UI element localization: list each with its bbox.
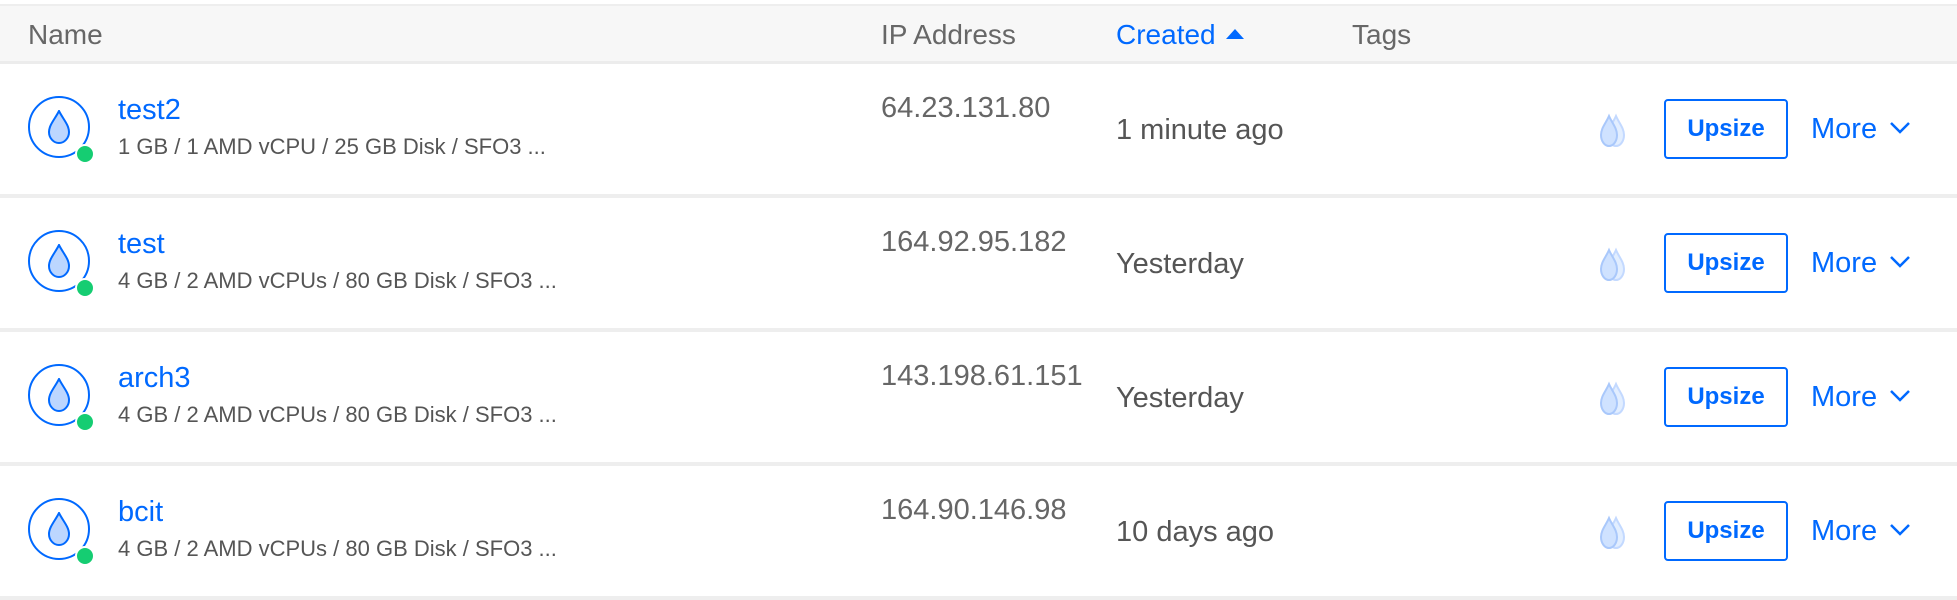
droplet-icon (47, 512, 71, 546)
upsize-button[interactable]: Upsize (1664, 233, 1788, 293)
droplet-created: 1 minute ago (1116, 114, 1284, 146)
more-menu-label: More (1811, 113, 1878, 145)
droplet-spec: 4 GB / 2 AMD vCPUs / 80 GB Disk / SFO3 .… (118, 268, 557, 293)
more-menu-label: More (1811, 515, 1878, 547)
chevron-down-icon (1890, 256, 1910, 268)
droplet-icon (47, 378, 71, 412)
table-row: test 4 GB / 2 AMD vCPUs / 80 GB Disk / S… (0, 198, 1957, 332)
more-menu-button[interactable]: More (1811, 379, 1911, 415)
droplet-icon (47, 244, 71, 278)
column-header-ip-address[interactable]: IP Address (881, 18, 1016, 52)
more-menu-label: More (1811, 247, 1878, 279)
droplet-name-link[interactable]: test (118, 227, 165, 261)
upsize-button[interactable]: Upsize (1664, 501, 1788, 561)
droplet-created: Yesterday (1116, 248, 1244, 280)
chevron-down-icon (1890, 390, 1910, 402)
status-online-icon (75, 144, 95, 164)
droplet-name-link[interactable]: bcit (118, 495, 163, 529)
table-header: Name IP Address Created Tags (0, 4, 1957, 64)
droplet-spec: 4 GB / 2 AMD vCPUs / 80 GB Disk / SFO3 .… (118, 402, 557, 427)
table-row: arch3 4 GB / 2 AMD vCPUs / 80 GB Disk / … (0, 332, 1957, 466)
droplet-spec: 1 GB / 1 AMD vCPU / 25 GB Disk / SFO3 ..… (118, 134, 546, 159)
chevron-down-icon (1890, 122, 1910, 134)
upsize-button[interactable]: Upsize (1664, 367, 1788, 427)
droplet-name-link[interactable]: test2 (118, 93, 181, 127)
caret-up-icon (1225, 29, 1244, 39)
droplet-created: Yesterday (1116, 382, 1244, 414)
more-menu-label: More (1811, 381, 1878, 413)
status-online-icon (75, 412, 95, 432)
table-row: bcit 4 GB / 2 AMD vCPUs / 80 GB Disk / S… (0, 466, 1957, 600)
droplet-icon (47, 110, 71, 144)
status-online-icon (75, 546, 95, 566)
more-menu-button[interactable]: More (1811, 111, 1911, 147)
droplet-ip-address[interactable]: 164.90.146.98 (881, 493, 1066, 527)
droplets-table: Name IP Address Created Tags test2 1 GB … (0, 0, 1957, 600)
status-online-icon (75, 278, 95, 298)
droplet-ip-address[interactable]: 64.23.131.80 (881, 91, 1050, 125)
droplet-created: 10 days ago (1116, 516, 1275, 548)
droplet-ip-address[interactable]: 143.198.61.151 (881, 359, 1083, 393)
backup-droplets-icon[interactable] (1594, 381, 1632, 417)
column-header-tags[interactable]: Tags (1352, 18, 1411, 52)
droplet-spec: 4 GB / 2 AMD vCPUs / 80 GB Disk / SFO3 .… (118, 536, 557, 561)
upsize-button[interactable]: Upsize (1664, 99, 1788, 159)
column-header-created-label: Created (1116, 19, 1216, 50)
backup-droplets-icon[interactable] (1594, 113, 1632, 149)
backup-droplets-icon[interactable] (1594, 247, 1632, 283)
droplet-name-link[interactable]: arch3 (118, 361, 191, 395)
droplet-ip-address[interactable]: 164.92.95.182 (881, 225, 1066, 259)
column-header-created[interactable]: Created (1116, 18, 1244, 52)
chevron-down-icon (1890, 524, 1910, 536)
more-menu-button[interactable]: More (1811, 245, 1911, 281)
table-row: test2 1 GB / 1 AMD vCPU / 25 GB Disk / S… (0, 64, 1957, 198)
backup-droplets-icon[interactable] (1594, 515, 1632, 551)
more-menu-button[interactable]: More (1811, 513, 1911, 549)
column-header-name[interactable]: Name (28, 18, 103, 52)
